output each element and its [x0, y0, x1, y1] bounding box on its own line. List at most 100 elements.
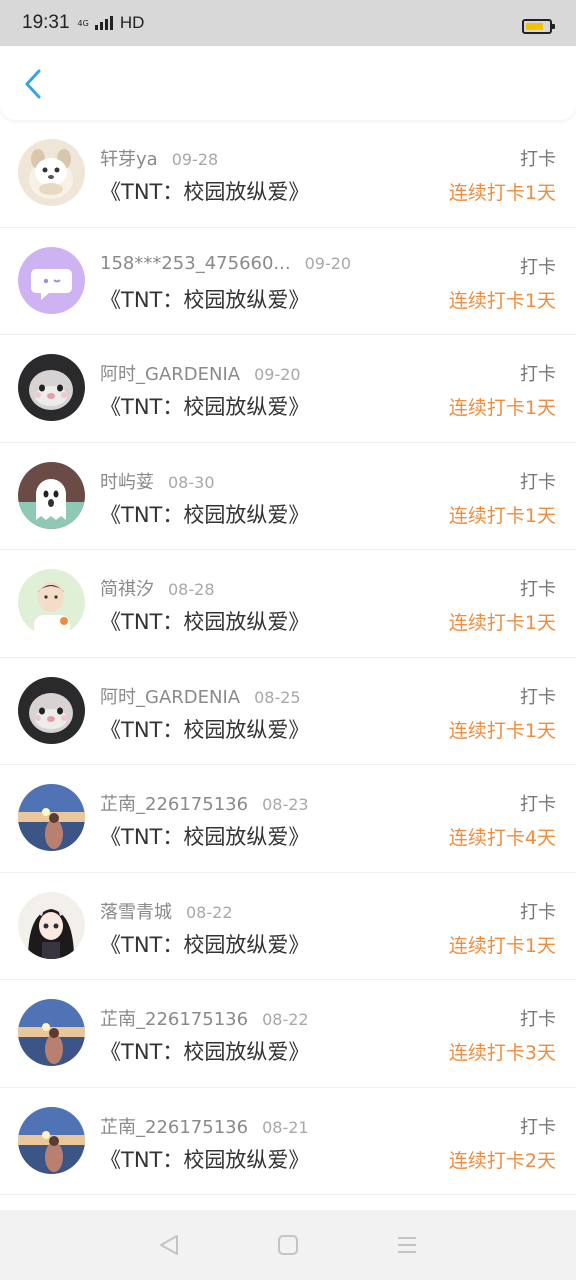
- book-title: 《TNT：校园放纵爱》: [100, 1147, 310, 1172]
- avatar[interactable]: [18, 676, 85, 744]
- book-title: 《TNT：校园放纵爱》: [100, 395, 310, 419]
- avatar[interactable]: [18, 354, 85, 421]
- user-name-text: 轩芽ya: [100, 149, 158, 170]
- list-item[interactable]: 轩芽ya 09-28 《TNT：校园放纵爱》 打卡连续打卡1天: [0, 120, 576, 228]
- checkin-label: 打卡: [520, 794, 556, 815]
- streak-label: 连续打卡1天: [448, 504, 556, 527]
- book-title: 《TNT：校园放纵爱》: [100, 502, 310, 527]
- checkin-date: 08-28: [168, 580, 215, 599]
- checkin-label: 打卡: [520, 149, 556, 170]
- user-name-text: 简祺汐: [100, 579, 154, 600]
- avatar[interactable]: [18, 246, 85, 314]
- list-item[interactable]: 158***253_475660... 09-20 《TNT：校园放纵爱》 打卡连续打…: [0, 227, 576, 335]
- list-item[interactable]: 落雪青城 08-22 《TNT：校园放纵爱》 打卡 连续打卡1天: [0, 872, 576, 980]
- avatar[interactable]: [18, 1106, 85, 1174]
- plush-avatar-icon: [18, 354, 85, 421]
- checkin-label: 打卡: [520, 1116, 556, 1138]
- user-name: 芷南_226175136 08-23: [100, 790, 309, 816]
- checkin-date: 08-21: [262, 1117, 309, 1137]
- avatar[interactable]: [18, 891, 85, 959]
- user-name-text: 落雪青城: [100, 901, 172, 923]
- checkin-label: 打卡: [520, 901, 556, 923]
- streak-label: 连续打卡1天: [448, 397, 556, 419]
- checkin-label: 打卡: [520, 1009, 556, 1030]
- user-name: 时屿荽 08-30: [100, 468, 215, 494]
- book-title: 《TNT：校园放纵爱》: [100, 717, 310, 742]
- list-item[interactable]: 芷南_226175136 08-23 《TNT：校园放纵爱》 打卡连续打卡4天: [0, 765, 576, 873]
- streak-label: 连续打卡2天: [448, 1149, 556, 1172]
- book-title: 《TNT：校园放纵爱》: [100, 287, 310, 312]
- nav-back-icon: [160, 1235, 179, 1255]
- streak-label: 连续打卡3天: [448, 1042, 556, 1064]
- ghost-avatar-icon: [18, 461, 85, 529]
- book-title: 《TNT：校园放纵爱》: [100, 180, 310, 204]
- header: [0, 46, 576, 120]
- user-name-text: 158***253_475660...: [100, 252, 291, 274]
- streak-label: 连续打卡1天: [448, 612, 556, 634]
- checkin-date: 08-23: [262, 795, 309, 814]
- user-name-text: 阿时_GARDENIA: [100, 364, 241, 385]
- signal-indicator: 4G HD: [78, 13, 145, 33]
- hd-indicator: HD: [119, 13, 145, 32]
- checkin-label: 打卡: [520, 256, 556, 278]
- avatar[interactable]: [18, 569, 85, 636]
- avatar[interactable]: [18, 784, 85, 851]
- streak-label: 连续打卡1天: [448, 182, 556, 204]
- checkin-label: 打卡: [520, 579, 556, 600]
- streak-label: 连续打卡1天: [448, 719, 556, 742]
- nav-home-icon: [277, 1235, 298, 1255]
- user-name: 芷南_226175136 08-21: [100, 1113, 309, 1139]
- avatar[interactable]: [18, 139, 85, 206]
- battery-icon: [522, 19, 555, 34]
- book-title: 《TNT：校园放纵爱》: [100, 610, 310, 634]
- anime-girl-avatar-icon: [18, 891, 85, 959]
- list-item[interactable]: 阿时_GARDENIA 08-25 《TNT：校园放纵爱》 打卡连续打卡1天: [0, 657, 576, 765]
- nav-back-button[interactable]: [149, 1225, 189, 1265]
- boy-avatar-icon: [18, 569, 85, 636]
- streak-label: 连续打卡4天: [448, 827, 556, 849]
- avatar[interactable]: [18, 461, 85, 529]
- user-name-text: 芷南_226175136: [100, 1116, 249, 1138]
- status-time: 19:31: [22, 12, 70, 33]
- checkin-date: 09-28: [171, 150, 219, 169]
- nav-home-button[interactable]: [268, 1225, 308, 1265]
- sea-girl-avatar-icon: [18, 999, 85, 1066]
- dog-avatar-icon: [18, 139, 85, 206]
- default-chat-avatar-icon: [18, 246, 85, 314]
- user-name-text: 阿时_GARDENIA: [100, 686, 241, 708]
- sea-girl-avatar-icon: [18, 1106, 85, 1174]
- user-name-text: 芷南_226175136: [100, 1009, 249, 1030]
- streak-label: 连续打卡1天: [448, 289, 556, 312]
- checkin-list: 轩芽ya 09-28 《TNT：校园放纵爱》 打卡 连续打卡1天 158***253_47…: [0, 120, 576, 1195]
- list-item[interactable]: 简祺汐 08-28 《TNT：校园放纵爱》 打卡连续打卡1天: [0, 550, 576, 658]
- list-item[interactable]: 芷南_226175136 08-21 《TNT：校园放纵爱》 打卡连续打卡2天: [0, 1087, 576, 1195]
- avatar[interactable]: [18, 999, 85, 1066]
- network-type: 4G: [77, 18, 89, 28]
- signal-bars-icon: [94, 16, 113, 30]
- checkin-date: 09-20: [254, 365, 301, 384]
- checkin-date: 09-20: [304, 253, 352, 273]
- list-item[interactable]: 时屿荽 08-30 《TNT：校园放纵爱》 打卡连续打卡1天: [0, 442, 576, 550]
- plush-avatar-icon: [18, 676, 85, 744]
- user-name-text: 时屿荽: [100, 471, 154, 493]
- checkin-label: 打卡: [520, 364, 556, 385]
- user-name: 简祺汐 08-28: [100, 575, 215, 601]
- nav-menu-button[interactable]: [387, 1225, 427, 1265]
- list-item[interactable]: 阿时_GARDENIA 09-20 《TNT：校园放纵爱》 打卡连续打卡1天: [0, 335, 576, 443]
- checkin-date: 08-25: [254, 687, 301, 707]
- list-item[interactable]: 芷南_226175136 08-22 《TNT：校园放纵爱》 打卡 连续打卡3天: [0, 980, 576, 1088]
- user-name: 阿时_GARDENIA 09-20: [100, 360, 301, 386]
- checkin-label: 打卡: [520, 686, 556, 708]
- status-bar: 19:31 4G HD: [0, 0, 576, 46]
- book-title: 《TNT：校园放纵爱》: [100, 825, 310, 849]
- back-button[interactable]: [18, 66, 48, 102]
- streak-label: 连续打卡1天: [448, 934, 556, 957]
- book-title: 《TNT：校园放纵爱》: [100, 1040, 310, 1064]
- checkin-label: 打卡: [520, 471, 556, 493]
- nav-menu-icon: [397, 1237, 416, 1253]
- system-nav-bar: [0, 1210, 576, 1280]
- user-name: 落雪青城 08-22: [100, 898, 233, 924]
- checkin-date: 08-22: [186, 902, 233, 922]
- user-name: 阿时_GARDENIA 08-25: [100, 683, 301, 709]
- sea-girl-avatar-icon: [18, 784, 85, 851]
